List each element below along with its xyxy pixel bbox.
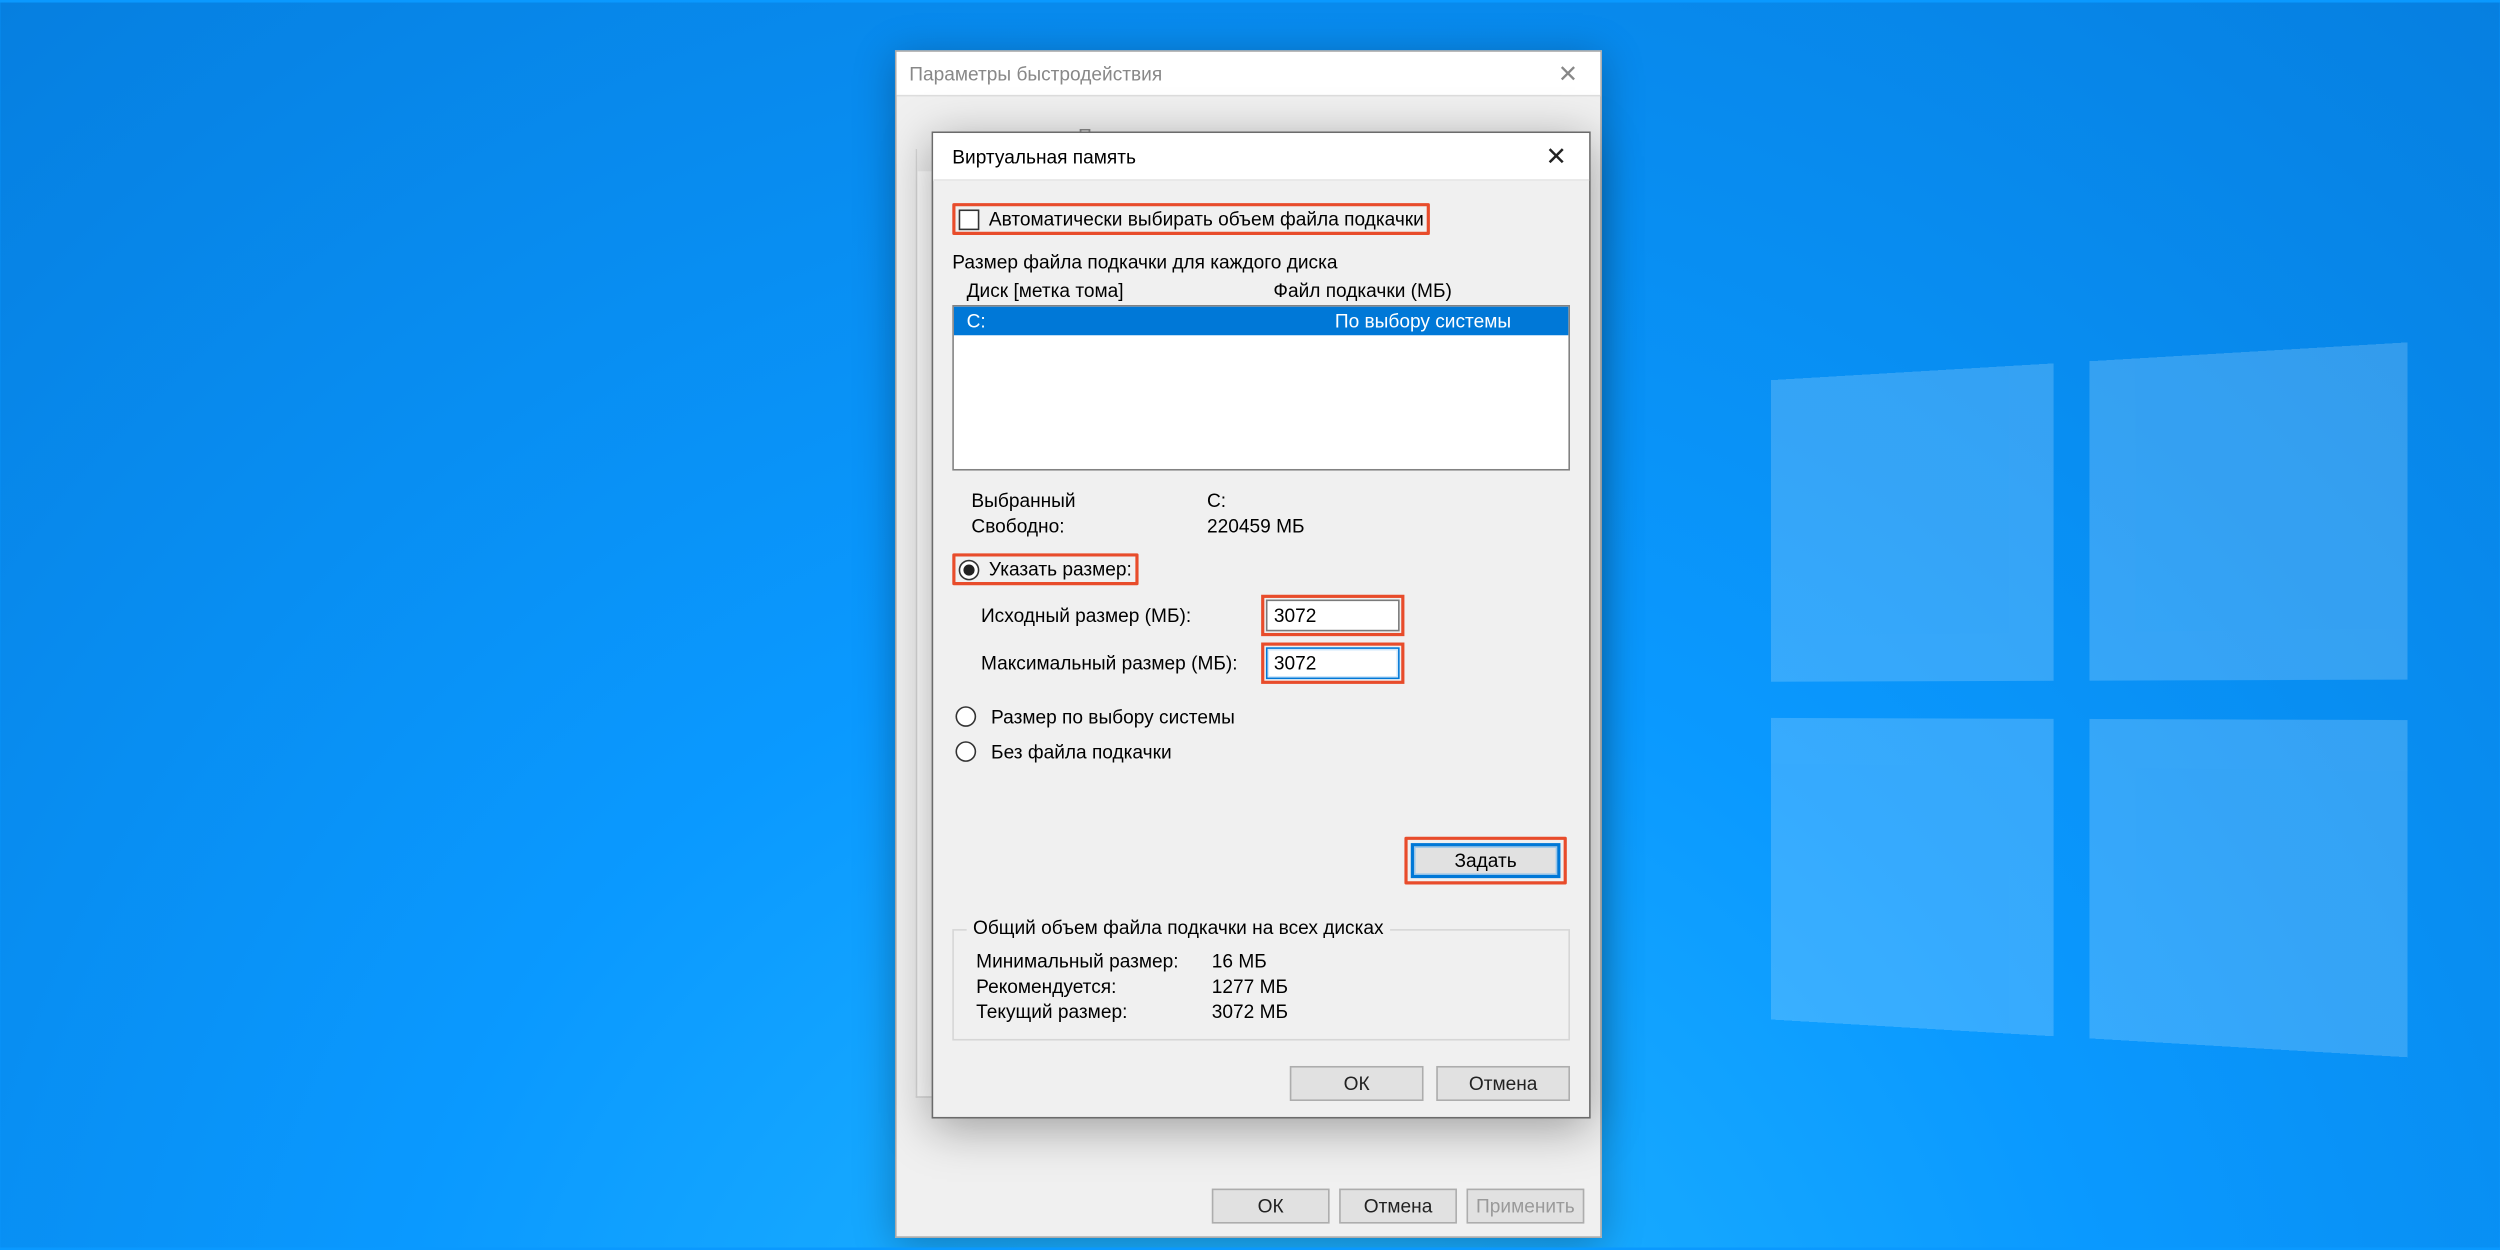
desktop-background: Параметры быстродействия ✕ Предотвращени…	[0, 3, 2499, 1248]
parent-title: Параметры быстродействия	[909, 62, 1162, 84]
per-drive-section-label: Размер файла подкачки для каждого диска	[952, 251, 1570, 273]
vm-title: Виртуальная память	[952, 145, 1136, 167]
system-managed-label: Размер по выбору системы	[991, 706, 1235, 728]
system-managed-radio[interactable]: Размер по выбору системы	[955, 706, 1234, 728]
parent-ok-button[interactable]: ОК	[1212, 1189, 1330, 1224]
recommended-size-value: 1277 МБ	[1212, 975, 1288, 997]
vm-cancel-button[interactable]: Отмена	[1436, 1066, 1570, 1101]
disk-row[interactable]: C: По выбору системы	[954, 307, 1569, 336]
maximum-size-input[interactable]	[1266, 647, 1400, 679]
custom-size-label: Указать размер:	[989, 558, 1132, 580]
parent-apply-button: Применить	[1467, 1189, 1585, 1224]
no-paging-label: Без файла подкачки	[991, 741, 1172, 763]
no-paging-radio[interactable]: Без файла подкачки	[955, 741, 1171, 763]
recommended-size-label: Рекомендуется:	[976, 975, 1212, 997]
disk-column-header: Диск [метка тома]	[954, 280, 1274, 302]
auto-manage-checkbox[interactable]: Автоматически выбирать объем файла подка…	[952, 203, 1430, 235]
radio-icon	[959, 559, 980, 580]
selected-drive-value: C:	[1207, 490, 1226, 512]
initial-size-input[interactable]	[1266, 600, 1400, 632]
virtual-memory-dialog: Виртуальная память ✕ Автоматически выбир…	[932, 131, 1591, 1118]
selected-drive-label: Выбранный	[971, 490, 1207, 512]
disk-drive-cell: C:	[954, 310, 1335, 332]
current-size-label: Текущий размер:	[976, 1001, 1212, 1023]
vm-ok-button[interactable]: ОК	[1290, 1066, 1424, 1101]
close-icon[interactable]: ✕	[1548, 59, 1587, 88]
total-paging-legend: Общий объем файла подкачки на всех диска…	[967, 916, 1390, 938]
auto-manage-label: Автоматически выбирать объем файла подка…	[989, 208, 1424, 230]
radio-icon	[955, 741, 976, 762]
radio-icon	[955, 706, 976, 727]
minimum-size-value: 16 МБ	[1212, 950, 1267, 972]
custom-size-radio[interactable]: Указать размер:	[952, 553, 1138, 585]
disk-list[interactable]: C: По выбору системы	[952, 305, 1570, 471]
free-space-value: 220459 МБ	[1207, 515, 1305, 537]
total-paging-group: Общий объем файла подкачки на всех диска…	[952, 929, 1570, 1040]
maximum-size-label: Максимальный размер (МБ):	[981, 652, 1261, 674]
minimum-size-label: Минимальный размер:	[976, 950, 1212, 972]
current-size-value: 3072 МБ	[1212, 1001, 1288, 1023]
free-space-label: Свободно:	[971, 515, 1207, 537]
checkbox-icon	[959, 209, 980, 230]
paging-column-header: Файл подкачки (МБ)	[1273, 280, 1568, 302]
parent-titlebar: Параметры быстродействия ✕	[897, 52, 1601, 97]
initial-size-label: Исходный размер (МБ):	[981, 604, 1261, 626]
vm-titlebar: Виртуальная память ✕	[933, 133, 1589, 181]
close-icon[interactable]: ✕	[1536, 140, 1576, 172]
disk-paging-cell: По выбору системы	[1335, 310, 1569, 332]
windows-logo-icon	[1771, 342, 2407, 1057]
set-button[interactable]: Задать	[1411, 843, 1561, 878]
disk-list-headers: Диск [метка тома] Файл подкачки (МБ)	[954, 280, 1569, 302]
parent-cancel-button[interactable]: Отмена	[1339, 1189, 1457, 1224]
